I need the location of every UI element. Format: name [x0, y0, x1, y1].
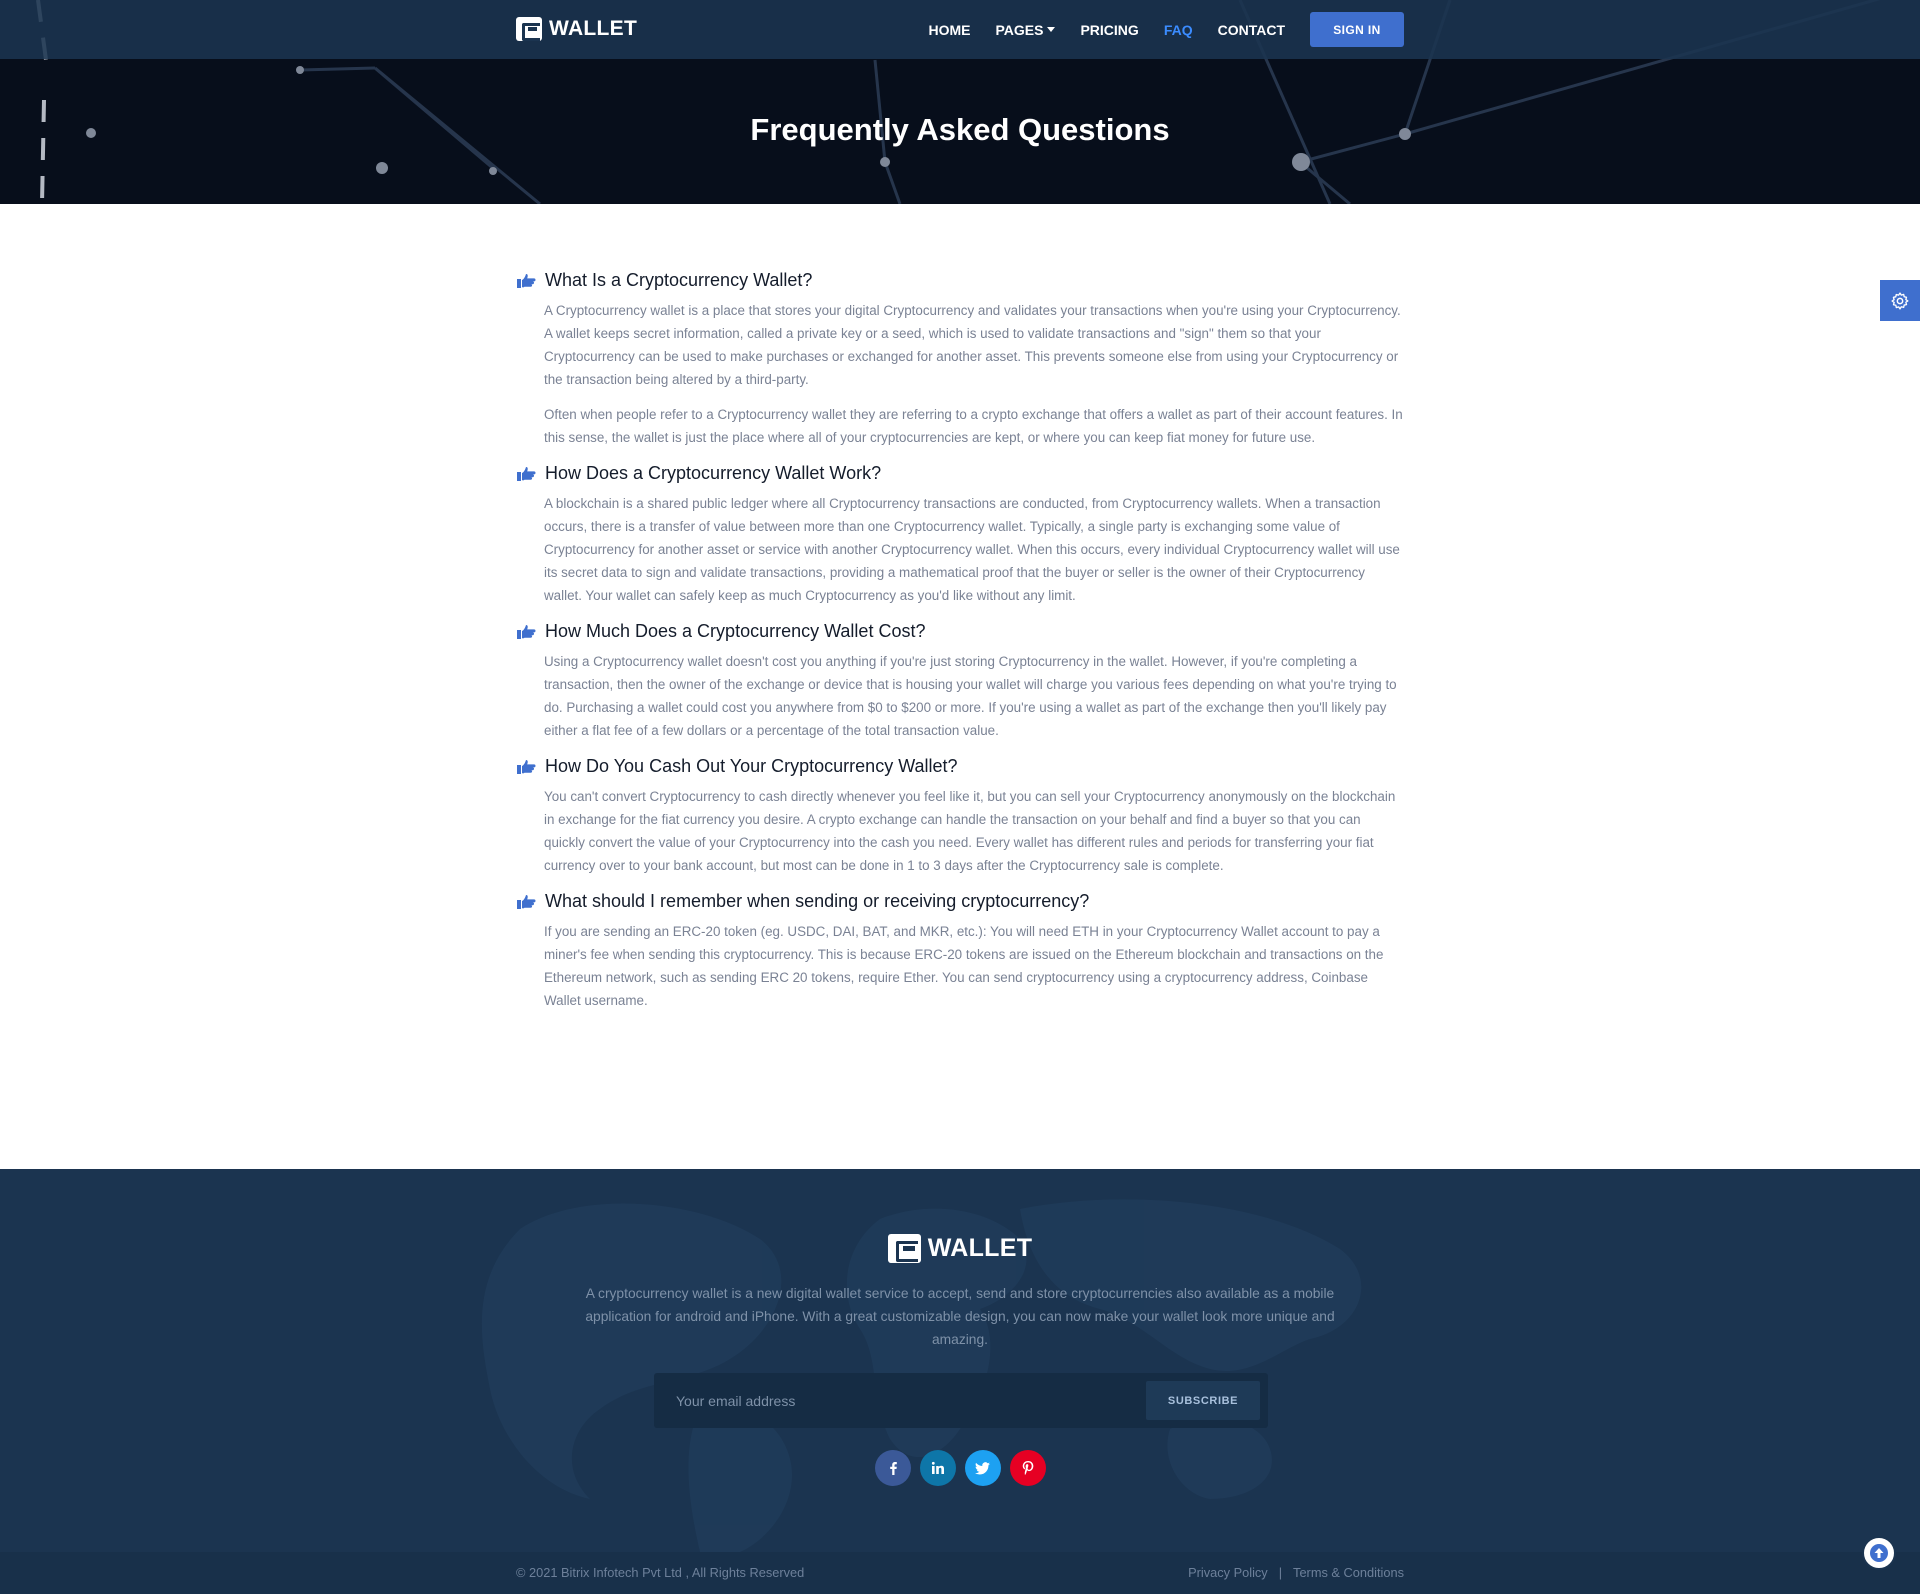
social-links: [0, 1450, 1920, 1486]
faq-answer-paragraph: Using a Cryptocurrency wallet doesn't co…: [544, 654, 1397, 738]
privacy-policy-link[interactable]: Privacy Policy: [1188, 1552, 1268, 1594]
faq-answer-paragraph: You can't convert Cryptocurrency to cash…: [544, 789, 1396, 873]
wallet-logo-icon: [887, 1234, 921, 1263]
footer-brand-name: WALLET: [927, 1234, 1033, 1262]
top-navbar: WALLET HOME PAGES PRICING FAQ CONTACT SI…: [0, 0, 1920, 59]
faq-answer: A blockchain is a shared public ledger w…: [544, 492, 1404, 607]
faq-question-row[interactable]: How Do You Cash Out Your Cryptocurrency …: [516, 752, 1404, 781]
hero-banner: WALLET HOME PAGES PRICING FAQ CONTACT SI…: [0, 0, 1920, 204]
footer-legal-links: Privacy Policy | Terms & Conditions: [1188, 1552, 1404, 1594]
email-input[interactable]: [654, 1373, 1144, 1428]
footer-bottom-bar: © 2021 Bitrix Infotech Pvt Ltd , All Rig…: [0, 1552, 1920, 1594]
nav-item-pricing[interactable]: PRICING: [1080, 22, 1138, 38]
twitter-icon[interactable]: [964, 1450, 1001, 1486]
faq-item: What should I remember when sending or r…: [516, 887, 1404, 1012]
pointing-hand-icon: [516, 893, 536, 911]
scroll-to-top-button[interactable]: [1862, 1536, 1896, 1570]
world-map-background: [481, 1199, 1362, 1552]
faq-question: How Do You Cash Out Your Cryptocurrency …: [545, 756, 958, 776]
link-separator: |: [1278, 1565, 1283, 1580]
pinterest-icon[interactable]: [1009, 1450, 1046, 1486]
copyright-text: © 2021 Bitrix Infotech Pvt Ltd , All Rig…: [516, 1565, 805, 1580]
nav-item-faq[interactable]: FAQ: [1164, 22, 1193, 38]
faq-question-row[interactable]: How Does a Cryptocurrency Wallet Work?: [516, 459, 1404, 488]
gear-icon: [1891, 291, 1909, 310]
faq-answer: If you are sending an ERC-20 token (eg. …: [544, 920, 1404, 1012]
faq-question-row[interactable]: What Is a Cryptocurrency Wallet?: [516, 266, 1404, 295]
caret-down-icon: [1047, 27, 1056, 32]
footer-brand-logo[interactable]: WALLET: [0, 1234, 1920, 1263]
page-title: Frequently Asked Questions: [750, 112, 1170, 147]
newsletter-form: SUBSCRIBE: [654, 1373, 1268, 1428]
nav-item-pages[interactable]: PAGES: [995, 21, 1056, 38]
faq-question: How Much Does a Cryptocurrency Wallet Co…: [545, 621, 926, 641]
faq-question: How Does a Cryptocurrency Wallet Work?: [545, 463, 882, 483]
faq-item: What Is a Cryptocurrency Wallet? A Crypt…: [516, 266, 1404, 449]
nav-item-contact[interactable]: CONTACT: [1218, 22, 1285, 38]
faq-item: How Does a Cryptocurrency Wallet Work? A…: [516, 459, 1404, 607]
sign-in-button[interactable]: SIGN IN: [1310, 12, 1404, 47]
settings-panel-toggle[interactable]: [1880, 280, 1920, 321]
faq-answer: You can't convert Cryptocurrency to cash…: [544, 785, 1404, 877]
pointing-hand-icon: [516, 465, 536, 483]
pointing-hand-icon: [516, 758, 536, 776]
arrow-up-icon: [1870, 1544, 1888, 1562]
wallet-logo-icon: [516, 17, 542, 41]
nav-item-home[interactable]: HOME: [928, 22, 970, 38]
faq-question-row[interactable]: What should I remember when sending or r…: [516, 887, 1404, 916]
faq-list: What Is a Cryptocurrency Wallet? A Crypt…: [516, 266, 1404, 1022]
faq-answer-paragraph: If you are sending an ERC-20 token (eg. …: [544, 924, 1384, 1008]
facebook-icon[interactable]: [874, 1450, 911, 1486]
brand-logo[interactable]: WALLET: [516, 16, 637, 42]
faq-answer: Using a Cryptocurrency wallet doesn't co…: [544, 650, 1404, 742]
nav-menu: HOME PAGES PRICING FAQ CONTACT SIGN IN: [903, 0, 1404, 59]
faq-item: How Do You Cash Out Your Cryptocurrency …: [516, 752, 1404, 877]
faq-answer-paragraph: A blockchain is a shared public ledger w…: [544, 496, 1400, 603]
nav-item-pages-label: PAGES: [995, 21, 1044, 38]
faq-answer-paragraph: Often when people refer to a Cryptocurre…: [544, 407, 1403, 445]
brand-name: WALLET: [549, 17, 638, 40]
footer-description: A cryptocurrency wallet is a new digital…: [585, 1286, 1335, 1347]
site-footer: WALLET A cryptocurrency wallet is a new …: [0, 1169, 1920, 1594]
faq-question: What should I remember when sending or r…: [545, 891, 1090, 911]
subscribe-button[interactable]: SUBSCRIBE: [1146, 1381, 1260, 1420]
pointing-hand-icon: [516, 272, 536, 290]
faq-question: What Is a Cryptocurrency Wallet?: [545, 270, 813, 290]
faq-answer: A Cryptocurrency wallet is a place that …: [544, 299, 1404, 449]
pointing-hand-icon: [516, 623, 536, 641]
linkedin-icon[interactable]: [919, 1450, 956, 1486]
faq-item: How Much Does a Cryptocurrency Wallet Co…: [516, 617, 1404, 742]
terms-conditions-link[interactable]: Terms & Conditions: [1293, 1552, 1404, 1594]
faq-question-row[interactable]: How Much Does a Cryptocurrency Wallet Co…: [516, 617, 1404, 646]
faq-answer-paragraph: A Cryptocurrency wallet is a place that …: [544, 303, 1401, 387]
